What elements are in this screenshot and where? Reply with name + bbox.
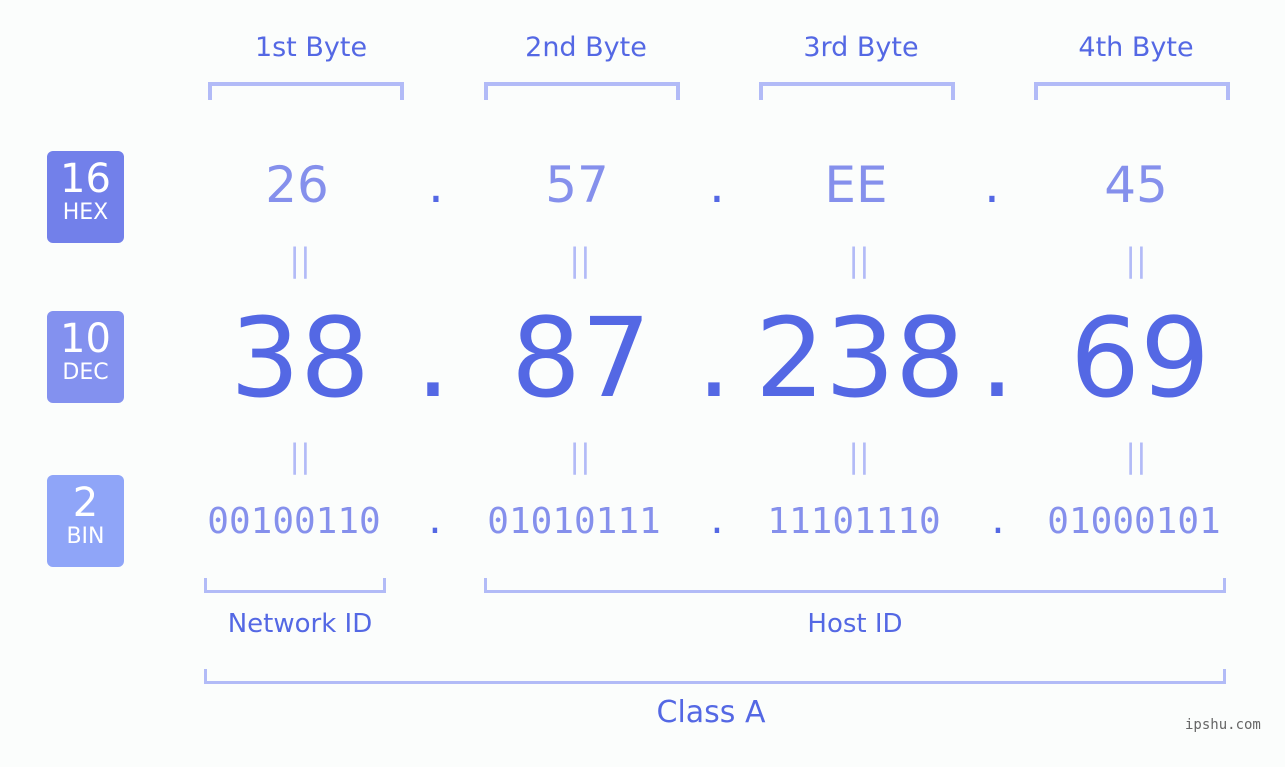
byte-bracket-2: [484, 82, 680, 100]
bin-value-4: 01000101: [1047, 501, 1221, 542]
watermark: ipshu.com: [1185, 717, 1261, 733]
equals-sign: ||: [848, 437, 870, 475]
hex-separator: .: [428, 156, 444, 214]
byte-label-3: 3rd Byte: [803, 32, 919, 63]
equals-sign: ||: [289, 241, 311, 279]
byte-bracket-1: [208, 82, 404, 100]
network-id-bracket: [204, 578, 386, 593]
hex-value-2: 57: [545, 156, 609, 214]
byte-label-1: 1st Byte: [254, 32, 368, 63]
hex-value-4: 45: [1104, 156, 1168, 214]
hex-value-1: 26: [265, 156, 329, 214]
byte-label-2: 2nd Byte: [525, 32, 647, 63]
host-id-label: Host ID: [807, 609, 903, 639]
equals-sign: ||: [848, 241, 870, 279]
bin-value-3: 11101110: [767, 501, 941, 542]
bin-base-number: 2: [72, 480, 99, 526]
equals-sign: ||: [1125, 241, 1147, 279]
hex-separator: .: [984, 156, 1000, 214]
class-label: Class A: [656, 695, 766, 730]
dec-value-4: 69: [1070, 294, 1210, 422]
host-id-bracket: [484, 578, 1226, 593]
dec-value-2: 87: [511, 294, 651, 422]
equals-sign: ||: [1125, 437, 1147, 475]
class-bracket: [204, 669, 1226, 684]
byte-bracket-4: [1034, 82, 1230, 100]
byte-bracket-3: [759, 82, 955, 100]
dec-value-3: 238: [755, 294, 965, 422]
equals-sign: ||: [289, 437, 311, 475]
bin-value-2: 01010111: [487, 501, 661, 542]
network-id-label: Network ID: [227, 609, 373, 639]
dec-base-label: DEC: [62, 360, 109, 385]
dec-badge: 10 DEC: [47, 311, 124, 403]
hex-base-label: HEX: [62, 200, 109, 225]
equals-sign: ||: [569, 241, 591, 279]
dec-value-1: 38: [230, 294, 370, 422]
hex-badge: 16 HEX: [47, 151, 124, 243]
hex-base-number: 16: [60, 156, 111, 202]
equals-sign: ||: [569, 437, 591, 475]
dec-base-number: 10: [60, 316, 111, 362]
bin-base-label: BIN: [66, 524, 105, 549]
hex-value-3: EE: [824, 156, 888, 214]
hex-separator: .: [709, 156, 725, 214]
bin-badge: 2 BIN: [47, 475, 124, 567]
byte-label-4: 4th Byte: [1078, 32, 1194, 63]
bin-value-1: 00100110: [207, 501, 381, 542]
